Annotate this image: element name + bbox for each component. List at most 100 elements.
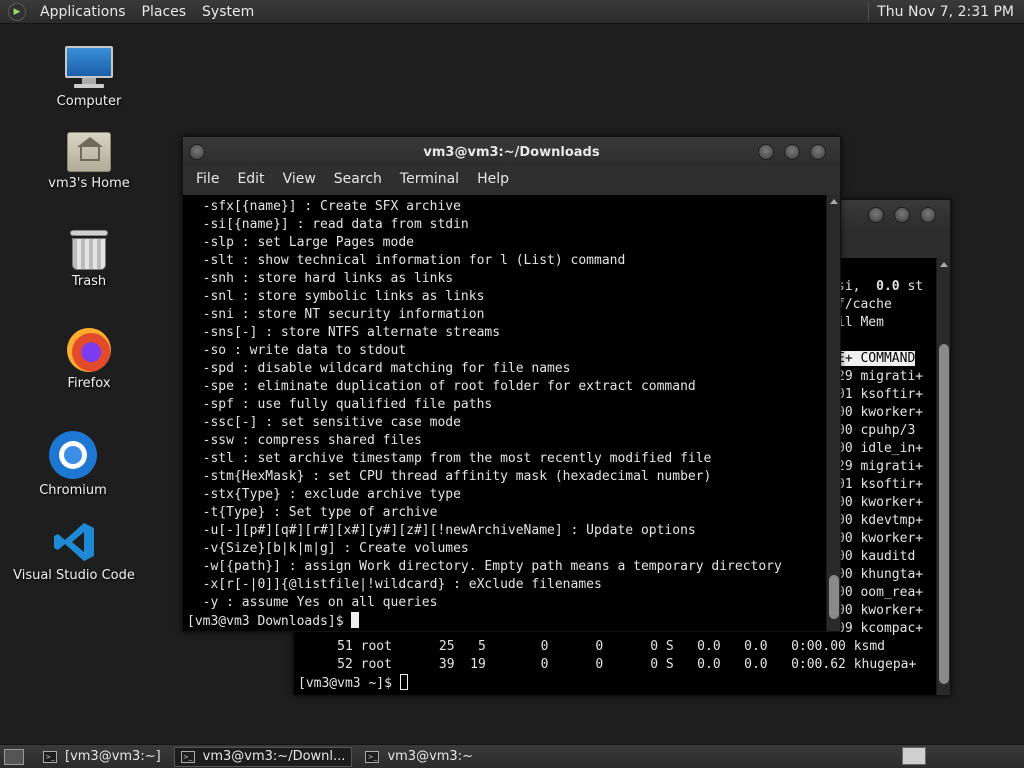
top-output-line: 00 idle_in+ [837,440,937,458]
foreground-terminal-window[interactable]: vm3@vm3:~/Downloads File Edit View Searc… [182,136,841,632]
prompt-text: [vm3@vm3 Downloads]$ [187,614,352,629]
desktop-icon-label: Computer [56,94,122,109]
top-output-text: st [899,279,924,294]
terminal-line: -y : assume Yes on all queries [187,595,438,610]
menu-applications[interactable]: Applications [32,4,134,20]
scroll-up-arrow-icon[interactable] [830,199,838,204]
scroll-up-arrow-icon[interactable] [940,262,948,267]
top-output-line: 00 khungta+ [837,566,937,584]
desktop-icon-trash[interactable]: Trash [19,230,159,289]
minimize-button[interactable] [868,207,884,223]
top-output-line: 00 kworker+ [837,494,937,512]
distro-logo-icon[interactable]: ▶ [8,2,26,21]
terminal-line: -so : write data to stdout [187,343,407,358]
terminal-line: -spd : disable wildcard matching for fil… [187,361,571,376]
menu-file[interactable]: File [187,171,228,187]
top-output-text: f/cache [837,297,892,312]
top-output-text: 29 migrati+ [837,459,924,474]
top-output-line: 00 kworker+ [837,530,937,548]
terminal-cursor [399,674,408,690]
top-output-line [837,332,937,350]
foreground-terminal-titlebar[interactable]: vm3@vm3:~/Downloads [183,137,840,167]
panel-separator [868,2,870,21]
shell-prompt: [vm3@vm3 ~]$ [298,674,916,692]
terminal-line: -slt : show technical information for l … [187,253,626,268]
terminal-line: -stx{Type} : exclude archive type [187,487,461,502]
desktop-icon-firefox[interactable]: Firefox [19,328,159,391]
top-output-line: 29 migrati+ [837,458,937,476]
top-output-text: 00 kauditd [837,549,916,564]
top-output-text: 00 kworker+ [837,531,924,546]
terminal-line: -slp : set Large Pages mode [187,235,414,250]
menu-system[interactable]: System [194,4,262,20]
terminal-line: -t{Type} : Set type of archive [187,505,438,520]
terminal-line: -w[{path}] : assign Work directory. Empt… [187,559,782,574]
top-output-line: 01 ksoftir+ [837,476,937,494]
terminal-line: -v{Size}[b|k|m|g] : Create volumes [187,541,469,556]
top-output-line: 00 oom_rea+ [837,584,937,602]
taskbar-item-label: vm3@vm3:~/Downl... [202,749,346,764]
terminal-line: -sns[-] : store NTFS alternate streams [187,325,501,340]
scrollbar-thumb[interactable] [939,344,949,684]
top-output-text: 00 kworker+ [837,495,924,510]
terminal-icon: >_ [43,750,57,763]
top-output-text: E+ COMMAND [837,351,916,366]
maximize-button[interactable] [784,144,800,160]
process-row: 52 root 39 19 0 0 0 S 0.0 0.0 0:00.62 kh… [298,657,917,672]
top-output-line: 09 kcompac+ [837,620,937,638]
top-output-line: 00 kdevtmp+ [837,512,937,530]
close-button[interactable] [920,207,936,223]
foreground-terminal-output[interactable]: -sfx[{name}] : Create SFX archive -si[{n… [183,195,840,631]
top-output-line: f/cache [837,296,937,314]
home-folder-icon [67,132,111,172]
background-terminal-scrollbar[interactable] [936,258,950,695]
desktop-icon-label: Chromium [39,483,107,498]
menu-search[interactable]: Search [325,171,391,187]
terminal-line: -snl : store symbolic links as links [187,289,485,304]
terminal-line: -ssw : compress shared files [187,433,422,448]
desktop-icon-home[interactable]: vm3's Home [19,132,159,191]
menu-view[interactable]: View [274,171,325,187]
clock[interactable]: Thu Nov 7, 2:31 PM [877,4,1024,20]
top-output-text: 00 kworker+ [837,603,924,618]
close-button[interactable] [810,144,826,160]
taskbar-item-terminal-2[interactable]: >_ vm3@vm3:~/Downl... [173,746,353,767]
bottom-panel: >_ [vm3@vm3:~] >_ vm3@vm3:~/Downl... >_ … [0,744,1024,768]
top-output-text: 00 kworker+ [837,405,924,420]
terminal-line: -snh : store hard links as links [187,271,454,286]
taskbar-item-terminal-1[interactable]: >_ [vm3@vm3:~] [36,747,168,767]
show-desktop-icon[interactable] [4,748,24,765]
minimize-button[interactable] [758,144,774,160]
terminal-cursor [351,612,360,628]
scrollbar-thumb[interactable] [829,575,839,619]
taskbar-item-terminal-3[interactable]: >_ vm3@vm3:~ [358,747,480,767]
top-output-line: 01 ksoftir+ [837,386,937,404]
terminal-icon: >_ [365,750,380,763]
desktop-icon-vscode[interactable]: Visual Studio Code [4,520,144,583]
taskbar-item-label: [vm3@vm3:~] [65,749,161,764]
menu-edit[interactable]: Edit [228,171,273,187]
top-output-value: 0.0 [876,279,900,294]
top-output-text: 01 ksoftir+ [837,387,924,402]
desktop-icon-label: Visual Studio Code [13,568,135,583]
workspace-switcher[interactable] [902,747,926,765]
top-output-line: si, 0.0 st [837,278,937,296]
top-output-text: 00 idle_in+ [837,441,924,456]
desktop-icon-chromium[interactable]: Chromium [3,431,143,498]
top-column-header: E+ COMMAND [837,350,937,368]
terminal-menubar: File Edit View Search Terminal Help [183,167,840,191]
maximize-button[interactable] [894,207,910,223]
menu-places[interactable]: Places [134,4,195,20]
top-output-line: 29 migrati+ [837,368,937,386]
foreground-terminal-scrollbar[interactable] [826,195,840,631]
terminal-line: -spe : eliminate duplication of root fol… [187,379,696,394]
menu-help[interactable]: Help [468,171,518,187]
menu-terminal[interactable]: Terminal [391,171,468,187]
window-menu-button[interactable] [189,144,205,160]
top-output-text: 00 oom_rea+ [837,585,924,600]
top-output-line: 00 kworker+ [837,404,937,422]
terminal-line: -spf : use fully qualified file paths [187,397,493,412]
process-row: 51 root 25 5 0 0 0 S 0.0 0.0 0:00.00 ksm… [298,639,885,654]
terminal-line: -sni : store NT security information [187,307,485,322]
desktop-icon-computer[interactable]: Computer [19,46,159,109]
